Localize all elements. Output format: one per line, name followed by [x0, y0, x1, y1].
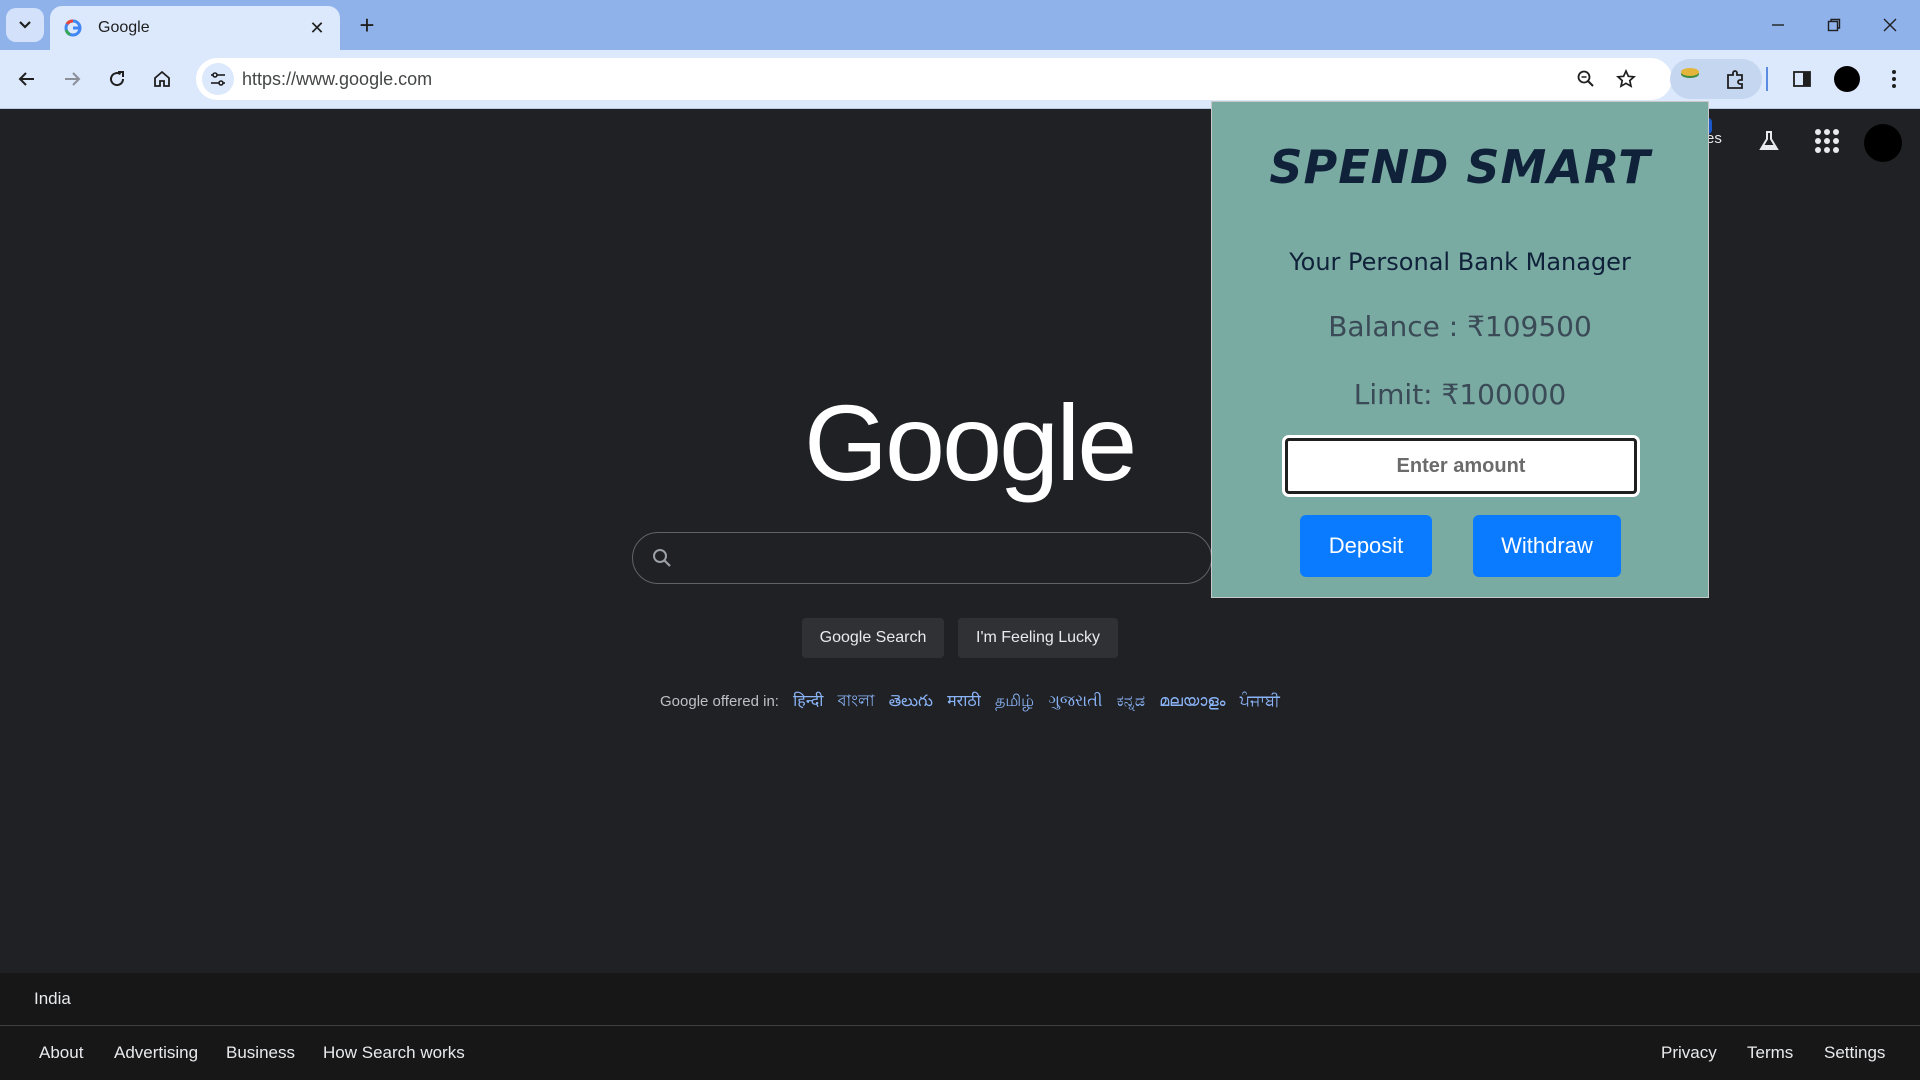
- home-button[interactable]: [145, 62, 179, 96]
- profile-avatar[interactable]: [1834, 66, 1860, 92]
- language-link-tamil[interactable]: தமிழ்: [995, 693, 1034, 710]
- google-search-button[interactable]: Google Search: [802, 618, 944, 658]
- restore-icon: [1827, 18, 1841, 32]
- side-panel-button[interactable]: [1782, 60, 1822, 98]
- balance-display: Balance : ₹109500: [1328, 310, 1592, 343]
- popup-subtitle: Your Personal Bank Manager: [1289, 248, 1631, 276]
- new-tab-button[interactable]: +: [352, 10, 382, 40]
- chevron-down-icon: [19, 21, 31, 29]
- language-link-gujarati[interactable]: ગુજરાતી: [1048, 693, 1102, 710]
- puzzle-icon: [1727, 70, 1743, 89]
- footer-link-advertising[interactable]: Advertising: [114, 1043, 198, 1063]
- close-window-button[interactable]: [1862, 0, 1918, 50]
- tune-icon: [211, 72, 225, 86]
- withdraw-button[interactable]: Withdraw: [1473, 515, 1621, 577]
- money-stack-icon: [1681, 68, 1699, 78]
- offered-in-label: Google offered in:: [660, 693, 779, 710]
- footer-link-about[interactable]: About: [39, 1043, 83, 1063]
- spend-smart-popup: SPEND SMART Your Personal Bank Manager B…: [1211, 101, 1709, 598]
- back-arrow-icon: [18, 72, 34, 86]
- forward-button[interactable]: [55, 62, 89, 96]
- close-tab-icon[interactable]: ✕: [306, 17, 328, 39]
- minimize-button[interactable]: [1750, 0, 1806, 50]
- spend-smart-extension-button[interactable]: [1670, 60, 1710, 98]
- language-link-bengali[interactable]: বাংলা: [838, 693, 875, 710]
- limit-display: Limit: ₹100000: [1353, 378, 1567, 411]
- reload-icon: [110, 71, 125, 87]
- footer-link-privacy[interactable]: Privacy: [1661, 1043, 1717, 1063]
- popup-title: SPEND SMART: [1269, 140, 1651, 194]
- feeling-lucky-button[interactable]: I'm Feeling Lucky: [958, 618, 1118, 658]
- tab-strip: Google ✕ +: [0, 0, 1920, 50]
- google-account-avatar[interactable]: [1864, 124, 1902, 162]
- amount-input[interactable]: [1285, 438, 1637, 494]
- browser-tab[interactable]: Google ✕: [50, 6, 340, 50]
- more-vertical-icon: [1892, 70, 1896, 88]
- restore-button[interactable]: [1806, 0, 1862, 50]
- offered-in-languages: Google offered in: हिन्दी বাংলা తెలుగు म…: [660, 688, 1280, 715]
- language-link-punjabi[interactable]: ਪੰਜਾਬੀ: [1240, 693, 1280, 710]
- footer-link-how-search-works[interactable]: How Search works: [323, 1043, 465, 1063]
- google-logo: Google: [804, 382, 1137, 503]
- site-info-button[interactable]: [202, 63, 234, 95]
- toolbar-separator: [1766, 67, 1768, 91]
- back-button[interactable]: [10, 62, 44, 96]
- side-panel-icon: [1793, 71, 1811, 87]
- language-link-malayalam[interactable]: മലയാളം: [1159, 693, 1225, 710]
- language-link-hindi[interactable]: हिन्दी: [793, 693, 823, 710]
- address-bar[interactable]: https://www.google.com: [196, 58, 1672, 100]
- minimize-icon: [1772, 24, 1784, 26]
- footer-divider: [0, 1025, 1920, 1026]
- footer-country: India: [34, 989, 71, 1008]
- google-apps-icon[interactable]: [1812, 126, 1842, 156]
- extensions-menu-button[interactable]: [1716, 60, 1756, 98]
- language-link-kannada[interactable]: ಕನ್ನಡ: [1117, 693, 1145, 710]
- language-link-marathi[interactable]: मराठी: [947, 693, 981, 710]
- zoom-icon[interactable]: [1574, 67, 1598, 91]
- chrome-menu-button[interactable]: [1874, 60, 1914, 98]
- search-icon: [653, 549, 671, 567]
- google-favicon-icon: [62, 17, 84, 39]
- forward-arrow-icon: [65, 72, 81, 86]
- deposit-button[interactable]: Deposit: [1300, 515, 1432, 577]
- google-footer: India About Advertising Business How Sea…: [0, 973, 1920, 1080]
- close-icon: [1883, 18, 1897, 32]
- footer-link-terms[interactable]: Terms: [1747, 1043, 1793, 1063]
- language-link-telugu[interactable]: తెలుగు: [889, 693, 933, 710]
- url-text: https://www.google.com: [242, 69, 433, 89]
- bookmark-star-icon[interactable]: [1614, 67, 1638, 91]
- search-input[interactable]: [689, 543, 1193, 575]
- footer-link-business[interactable]: Business: [226, 1043, 295, 1063]
- google-search-box[interactable]: [632, 532, 1212, 584]
- tab-search-button[interactable]: [6, 8, 44, 42]
- labs-flask-icon[interactable]: [1754, 126, 1784, 156]
- footer-link-settings[interactable]: Settings: [1824, 1043, 1885, 1063]
- tab-title: Google: [98, 19, 150, 36]
- reload-button[interactable]: [100, 62, 134, 96]
- home-icon: [154, 70, 170, 87]
